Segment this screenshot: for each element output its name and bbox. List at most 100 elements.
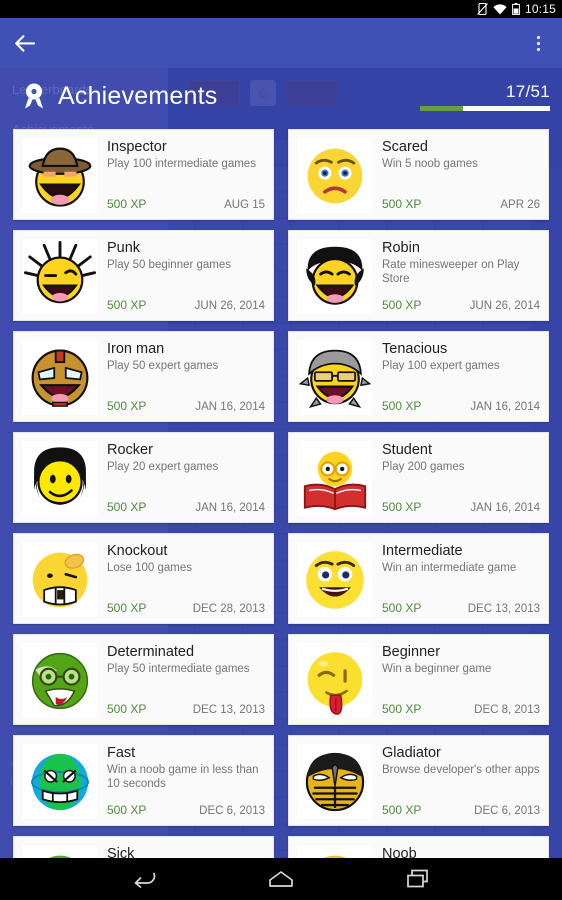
achievement-card-footer: 500 XP DEC 6, 2013 (107, 803, 265, 817)
achievement-card-inner[interactable]: Tenacious Play 100 expert games 500 XP JAN … (288, 331, 549, 422)
achievement-card-footer: 500 XP DEC 8, 2013 (382, 702, 540, 716)
achievement-card-inner[interactable]: Punk Play 50 beginner games 500 XP JUN 26, … (13, 230, 274, 321)
achievement-name: Beginner (382, 644, 441, 660)
achievement-date: JAN 16, 2014 (195, 502, 265, 514)
achievement-card-inner[interactable]: Knockout Lose 100 games 500 XP DEC 28, 2013 (13, 533, 274, 624)
achievement-card[interactable]: Knockout Lose 100 games 500 XP DEC 28, 2013 (6, 528, 281, 629)
achievement-card-body: Tenacious Play 100 expert games 500 XP JAN … (372, 340, 540, 413)
overflow-dot (536, 35, 540, 39)
achievement-xp: 500 XP (382, 500, 422, 514)
progress-bar-track (420, 105, 550, 111)
achievement-xp: 500 XP (382, 399, 422, 413)
achievement-card-inner[interactable]: Gladiator Browse developer's other apps 50… (288, 735, 549, 826)
achievement-card-body: Beginner Win a beginner game 500 XP DEC 8, … (372, 643, 540, 716)
nav-recents-button[interactable] (406, 869, 430, 889)
achievement-card-footer: 500 XP JAN 16, 2014 (382, 500, 540, 514)
achievement-card-inner[interactable]: Student Play 200 games 500 XP JAN 16, 2014 (288, 432, 549, 523)
achievement-card[interactable]: Robin Rate minesweeper on Play Store 500 X… (281, 225, 556, 326)
achievement-description: Play 50 intermediate games (107, 663, 250, 675)
achievement-name: Intermediate (382, 543, 463, 559)
achievement-description: Play 100 intermediate games (107, 158, 256, 170)
achievement-card[interactable]: Determinated Play 50 intermediate games 50… (6, 629, 281, 730)
emoji-knockout-face-icon (22, 542, 97, 617)
achievement-name: Iron man (107, 341, 165, 357)
achievement-description: Browse developer's other apps (382, 764, 540, 776)
achievement-card[interactable]: Inspector Play 100 intermediate games 500 … (6, 124, 281, 225)
achievements-count: 17/51 (505, 81, 550, 101)
overflow-menu-button[interactable] (514, 18, 562, 68)
achievement-card[interactable]: Beginner Win a beginner game 500 XP DEC 8, … (281, 629, 556, 730)
achievement-card-inner[interactable]: Fast Win a noob game in less than 10 seco… (13, 735, 274, 826)
status-bar-icons (477, 3, 520, 15)
achievement-date: DEC 28, 2013 (192, 603, 265, 615)
achievement-date: APR 26 (500, 199, 540, 211)
achievement-date: AUG 15 (224, 199, 265, 211)
achievement-card-body: Knockout Lose 100 games 500 XP DEC 28, 2013 (97, 542, 265, 615)
achievement-name: Robin (382, 240, 420, 256)
achievement-card-inner[interactable]: Rocker Play 20 expert games 500 XP JAN 16, … (13, 432, 274, 523)
achievement-card-inner[interactable]: Scared Win 5 noob games 500 XP APR 26 (288, 129, 549, 220)
status-bar: 10:15 (0, 0, 562, 18)
achievement-name: Inspector (107, 139, 167, 155)
emoji-gladiator-face-icon (297, 744, 372, 819)
emoji-robin-face-icon (297, 239, 372, 314)
achievement-card-body: Iron man Play 50 expert games 500 XP JAN 16… (97, 340, 265, 413)
overflow-dot (536, 47, 540, 51)
emoji-hat-face-icon (22, 138, 97, 213)
emoji-fast-face-icon (22, 744, 97, 819)
achievement-card[interactable]: Punk Play 50 beginner games 500 XP JUN 26, … (6, 225, 281, 326)
achievements-title-group: Achievements (22, 82, 420, 111)
achievement-card-inner[interactable]: Intermediate Win an intermediate game 500 … (288, 533, 549, 624)
achievement-card-body: Student Play 200 games 500 XP JAN 16, 2014 (372, 441, 540, 514)
achievement-card[interactable]: Rocker Play 20 expert games 500 XP JAN 16, … (6, 427, 281, 528)
achievement-xp: 500 XP (382, 298, 422, 312)
achievement-xp: 500 XP (107, 500, 147, 514)
achievement-card[interactable]: Tenacious Play 100 expert games 500 XP JAN … (281, 326, 556, 427)
achievement-name: Fast (107, 745, 136, 761)
achievement-card[interactable]: Gladiator Browse developer's other apps 50… (281, 730, 556, 831)
achievement-card-inner[interactable]: Inspector Play 100 intermediate games 500 … (13, 129, 274, 220)
achievement-card-footer: 500 XP JAN 16, 2014 (382, 399, 540, 413)
back-button[interactable] (0, 18, 50, 68)
achievement-badge-icon (25, 83, 43, 109)
achievement-card[interactable]: Scared Win 5 noob games 500 XP APR 26 (281, 124, 556, 225)
achievement-card[interactable]: Student Play 200 games 500 XP JAN 16, 2014 (281, 427, 556, 528)
achievement-card-inner[interactable]: Determinated Play 50 intermediate games 50… (13, 634, 274, 725)
system-nav-bar (0, 858, 562, 900)
achievement-description: Play 50 expert games (107, 360, 219, 372)
nav-back-icon (134, 872, 156, 888)
achievement-description: Rate minesweeper on Play Store (382, 259, 520, 285)
nav-back-button[interactable] (132, 870, 156, 888)
achievement-name: Student (382, 442, 432, 458)
achievement-xp: 500 XP (382, 601, 422, 615)
achievement-description: Play 100 expert games (382, 360, 500, 372)
achievement-card-footer: 500 XP JAN 16, 2014 (107, 399, 265, 413)
achievement-card[interactable]: Iron man Play 50 expert games 500 XP JAN 16… (6, 326, 281, 427)
achievement-date: JAN 16, 2014 (195, 401, 265, 413)
achievement-card-body: Gladiator Browse developer's other apps 50… (372, 744, 540, 817)
nav-home-button[interactable] (268, 870, 294, 888)
achievement-date: DEC 13, 2013 (467, 603, 540, 615)
emoji-scared-face-icon (297, 138, 372, 213)
achievement-card-footer: 500 XP DEC 6, 2013 (382, 803, 540, 817)
achievement-date: JUN 26, 2014 (194, 300, 265, 312)
achievement-name: Gladiator (382, 745, 441, 761)
wifi-icon (493, 3, 507, 14)
achievement-card[interactable]: Fast Win a noob game in less than 10 seco… (6, 730, 281, 831)
emoji-determined-face-icon (22, 643, 97, 718)
achievement-xp: 500 XP (107, 399, 147, 413)
achievement-xp: 500 XP (382, 702, 422, 716)
page-title: Achievements (58, 81, 218, 110)
achievement-card[interactable]: Intermediate Win an intermediate game 500 … (281, 528, 556, 629)
device-screen: 10:15 Minesweeper ☺ Leaderboards Achieve… (0, 0, 562, 900)
achievement-card-inner[interactable]: Beginner Win a beginner game 500 XP DEC 8, … (288, 634, 549, 725)
emoji-happy-face-icon (297, 542, 372, 617)
achievement-description: Play 20 expert games (107, 461, 219, 473)
achievement-card-inner[interactable]: Robin Rate minesweeper on Play Store 500 X… (288, 230, 549, 321)
achievement-card-footer: 500 XP APR 26 (382, 197, 540, 211)
achievements-list[interactable]: Inspector Play 100 intermediate games 500 … (0, 124, 562, 870)
achievement-card-inner[interactable]: Iron man Play 50 expert games 500 XP JAN 16… (13, 331, 274, 422)
achievement-card-body: Punk Play 50 beginner games 500 XP JUN 26, … (97, 239, 265, 312)
achievement-description: Play 50 beginner games (107, 259, 232, 271)
achievement-date: JUN 26, 2014 (469, 300, 540, 312)
